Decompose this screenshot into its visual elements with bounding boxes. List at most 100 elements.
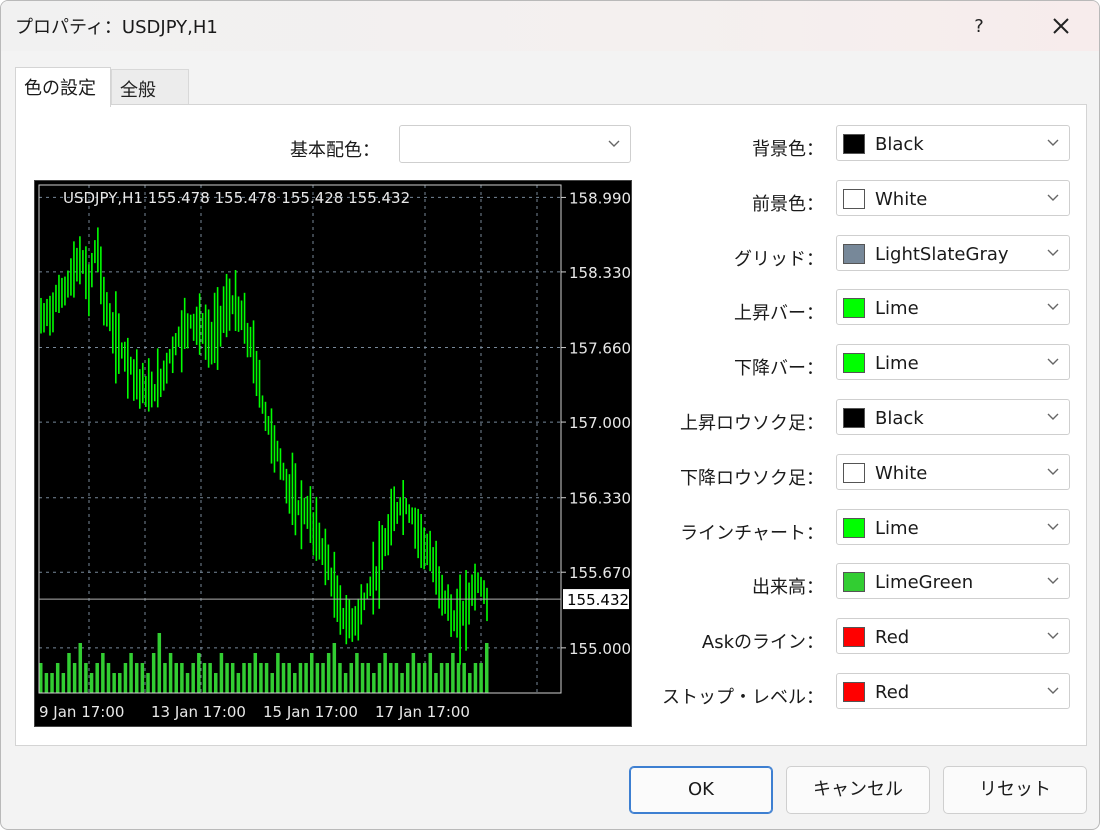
tab-general[interactable]: 全般 (111, 69, 189, 105)
chevron-down-icon (1047, 632, 1059, 640)
volume-bar (236, 673, 241, 693)
volume-bar (129, 653, 133, 693)
volume-bar (383, 653, 387, 693)
volume-bar (366, 663, 370, 693)
volume-bar (298, 663, 303, 693)
volume-bar (151, 653, 156, 693)
reset-button[interactable]: リセット (943, 766, 1087, 814)
color-swatch (843, 188, 865, 209)
volume-bar (101, 653, 105, 693)
chart-svg: 158.990158.330157.660157.000156.330155.6… (38, 184, 631, 721)
volume-bar (422, 663, 427, 693)
volume-bar (264, 663, 269, 693)
volume-bar (304, 663, 308, 693)
help-button[interactable]: ? (949, 1, 1009, 51)
volume-bar (180, 663, 184, 693)
window-title: プロパティ：USDJPY,H1 (15, 17, 218, 38)
volume-bar (439, 663, 444, 693)
x-tick-label: 13 Jan 17:00 (151, 703, 246, 721)
title-bar: プロパティ：USDJPY,H1 ? (1, 1, 1099, 51)
volume-bar (225, 663, 229, 693)
property-label: 下降ロウソク足： (680, 467, 824, 489)
property-color-select[interactable]: White (836, 453, 1070, 490)
chevron-down-icon (1047, 139, 1059, 147)
property-color-select[interactable]: Lime (836, 344, 1070, 381)
volume-bar (78, 643, 83, 693)
cancel-button[interactable]: キャンセル (786, 766, 930, 814)
volume-bar (134, 663, 139, 693)
property-color-select[interactable]: Lime (836, 508, 1070, 545)
property-label: Askのライン： (701, 632, 824, 654)
volume-bar (112, 673, 116, 693)
volume-bar (338, 663, 342, 693)
property-label: 背景色： (752, 139, 824, 160)
chevron-down-icon (1047, 413, 1059, 421)
property-label: グリッド： (734, 248, 824, 270)
chart-preview: 158.990 158.330 157.660 157.000 156.330 155.6… (34, 180, 632, 727)
volume-bar (123, 663, 128, 693)
volume-bar (270, 673, 274, 693)
color-swatch (843, 298, 865, 319)
property-label: 上昇ロウソク足： (680, 413, 824, 434)
volume-bar (287, 663, 291, 693)
property-label: ストップ・レベル： (662, 687, 824, 708)
volume-bar (185, 673, 190, 693)
x-tick-label: 9 Jan 17:00 (39, 703, 124, 721)
property-color-select[interactable]: LimeGreen (836, 563, 1070, 600)
property-label: 出来高： (752, 577, 824, 599)
color-swatch (843, 517, 865, 538)
property-color-select[interactable]: White (836, 179, 1070, 216)
volume-bar (191, 663, 195, 693)
chevron-down-icon (1047, 249, 1059, 257)
volume-bar (242, 663, 246, 693)
property-color-select[interactable]: Red (836, 618, 1070, 655)
property-color-select[interactable]: Red (836, 673, 1070, 709)
property-color-value: LimeGreen (875, 572, 974, 594)
ok-button[interactable]: OK (629, 766, 773, 814)
tab-color-settings[interactable]: 色の設定 (15, 67, 111, 107)
volume-bar (39, 663, 43, 693)
volume-bar (462, 663, 466, 693)
volume-bar (451, 653, 455, 693)
property-label: 上昇バー： (734, 303, 824, 325)
property-color-value: Black (875, 134, 924, 155)
property-color-select[interactable]: Black (836, 125, 1070, 161)
property-label: 前景色： (752, 193, 824, 215)
volume-bar (247, 663, 252, 693)
volume-bar (394, 663, 399, 693)
volume-bar (174, 663, 178, 693)
volume-bar (411, 653, 416, 693)
chevron-down-icon (1047, 523, 1059, 531)
volume-bar (95, 663, 99, 693)
volume-bar (89, 673, 94, 693)
volume-bar (389, 663, 393, 693)
property-color-select[interactable]: Lime (836, 289, 1070, 326)
close-icon (1053, 18, 1069, 34)
volume-bar (405, 663, 410, 693)
property-color-value: Lime (875, 353, 919, 375)
volume-bar (140, 663, 145, 693)
plot-frame (38, 184, 562, 694)
close-button[interactable] (1031, 1, 1091, 51)
chevron-down-icon (1047, 194, 1059, 202)
volume-bar (400, 673, 404, 693)
volume-bar (202, 663, 207, 693)
volume-bar (253, 653, 258, 693)
property-color-value: White (875, 462, 928, 484)
property-color-select[interactable]: LightSlateGray (836, 234, 1070, 271)
chevron-down-icon (1047, 358, 1059, 366)
chart-header: USDJPY,H1 155.478 155.478 155.428 155.43… (63, 189, 410, 207)
property-color-select[interactable]: Black (836, 399, 1070, 435)
volume-bar (445, 663, 449, 693)
property-color-value: Black (875, 408, 924, 429)
x-tick-label: 17 Jan 17:00 (375, 703, 470, 721)
volume-bar (55, 663, 60, 693)
volume-bar (163, 663, 167, 693)
volume-bar (208, 663, 212, 693)
property-color-value: LightSlateGray (875, 243, 1009, 265)
volume-bar (219, 653, 224, 693)
volume-bar (456, 663, 461, 693)
volume-bar (281, 663, 286, 693)
color-swatch (843, 627, 865, 648)
chevron-down-icon (1047, 468, 1059, 476)
